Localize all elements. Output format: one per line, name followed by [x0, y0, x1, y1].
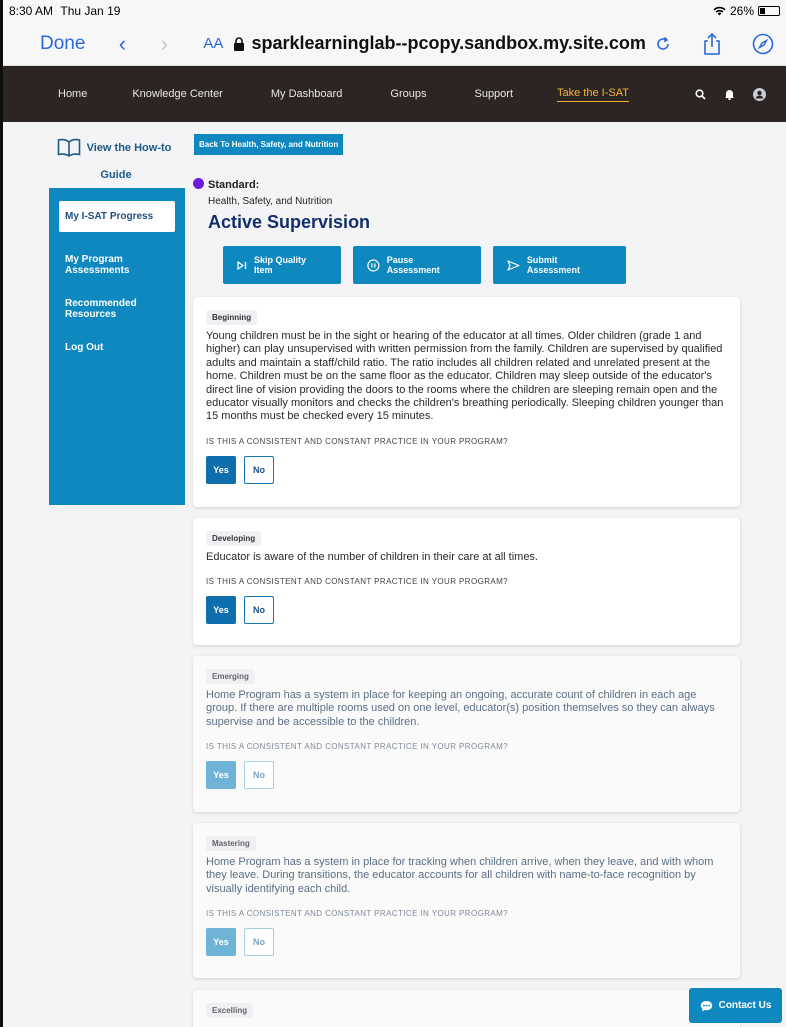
nav-knowledge-center[interactable]: Knowledge Center	[132, 88, 223, 100]
submit-label: Submit Assessment	[526, 255, 580, 275]
level-description: Educator is aware of the number of child…	[206, 551, 538, 563]
nav-groups[interactable]: Groups	[390, 88, 426, 100]
no-button[interactable]: No	[244, 928, 274, 957]
pause-label: Pause Assessment	[386, 255, 440, 275]
practice-question: IS THIS A CONSISTENT AND CONSTANT PRACTI…	[206, 436, 509, 446]
no-button[interactable]: No	[244, 455, 274, 484]
yes-button[interactable]: Yes	[206, 596, 236, 625]
practice-question: IS THIS A CONSISTENT AND CONSTANT PRACTI…	[206, 577, 509, 587]
safari-toolbar: Done ‹ › AA sparklearninglab--pcopy.sand…	[3, 22, 786, 66]
share-icon[interactable]	[702, 32, 722, 56]
no-button[interactable]: No	[244, 596, 274, 625]
assessment-actions: Skip Quality Item Pause Assessment Submi…	[223, 246, 626, 284]
level-tag: Emerging	[206, 669, 255, 684]
url-text: sparklearninglab--pcopy.sandbox.my.site.…	[251, 33, 646, 53]
status-time-text: 8:30 AM	[9, 4, 54, 18]
nav-my-dashboard[interactable]: My Dashboard	[271, 88, 343, 100]
level-description: Home Program has a system in place for k…	[206, 689, 715, 728]
level-card-excelling: Excelling	[193, 990, 740, 1027]
standard-label: Standard:	[208, 179, 260, 191]
skip-quality-item-button[interactable]: Skip Quality Item	[223, 246, 341, 284]
standard-status-dot	[193, 178, 204, 189]
answer-group: Yes No	[206, 928, 727, 957]
back-arrow-icon[interactable]: ‹	[101, 31, 143, 57]
status-date-text: Thu Jan 19	[60, 4, 121, 18]
site-nav: Home Knowledge Center My Dashboard Group…	[3, 66, 786, 122]
yes-button[interactable]: Yes	[206, 761, 236, 790]
battery-icon	[758, 6, 780, 16]
yes-button[interactable]: Yes	[206, 928, 236, 957]
nav-support[interactable]: Support	[474, 88, 513, 100]
done-button[interactable]: Done	[40, 33, 85, 55]
how-to-guide-link[interactable]: View the How-to Guide	[49, 138, 179, 181]
level-tag: Developing	[206, 531, 262, 546]
skip-icon	[237, 260, 247, 270]
level-card-emerging: Emerging Home Program has a system in pl…	[193, 656, 740, 812]
how-to-row: View the How-to	[57, 138, 172, 157]
compass-icon[interactable]	[752, 33, 774, 55]
safari-actions	[654, 32, 774, 56]
yes-button[interactable]: Yes	[206, 455, 236, 484]
chat-bubble-icon	[700, 1000, 712, 1011]
standard-category: Health, Safety, and Nutrition	[208, 196, 333, 207]
level-tag: Excelling	[206, 1003, 254, 1018]
level-card-developing: Developing Educator is aware of the numb…	[193, 518, 740, 645]
answer-group: Yes No	[206, 761, 727, 790]
practice-question: IS THIS A CONSISTENT AND CONSTANT PRACTI…	[206, 909, 509, 919]
answer-group: Yes No	[206, 596, 727, 625]
send-icon	[507, 259, 520, 271]
skip-label: Skip Quality Item	[254, 255, 307, 275]
level-tag: Beginning	[206, 310, 258, 325]
level-description: Home Program has a system in place for t…	[206, 856, 714, 895]
how-to-label-line1: View the How-to	[86, 141, 172, 154]
sidebar-item-my-program-assessments[interactable]: My Program Assessments	[49, 254, 149, 276]
address-bar[interactable]: sparklearninglab--pcopy.sandbox.my.site.…	[233, 33, 646, 54]
level-card-beginning: Beginning Young children must be in the …	[193, 297, 740, 507]
sidebar: My I-SAT Progress My Program Assessments…	[49, 188, 185, 505]
submit-assessment-button[interactable]: Submit Assessment	[493, 246, 626, 284]
contact-us-label: Contact Us	[718, 1000, 772, 1011]
back-to-category-button[interactable]: Back To Health, Safety, and Nutrition	[194, 134, 344, 155]
practice-question: IS THIS A CONSISTENT AND CONSTANT PRACTI…	[206, 742, 509, 752]
reader-settings-button[interactable]: AA	[203, 35, 223, 52]
level-card-mastering: Mastering Home Program has a system in p…	[193, 823, 740, 978]
app-frame: 8:30 AM Thu Jan 19 26% Done ‹ › AA spark…	[0, 0, 786, 1027]
level-description: Young children must be in the sight or h…	[206, 330, 724, 423]
bell-icon[interactable]	[724, 88, 735, 100]
search-icon[interactable]	[695, 88, 706, 100]
nav-icons	[695, 87, 766, 101]
open-book-icon	[57, 138, 80, 157]
no-button[interactable]: No	[244, 761, 274, 790]
nav-home[interactable]: Home	[58, 88, 87, 100]
status-bar: 8:30 AM Thu Jan 19 26%	[3, 0, 786, 22]
page-title: Active Supervision	[208, 212, 371, 232]
pause-icon	[367, 258, 380, 272]
status-right: 26%	[713, 4, 780, 18]
reload-icon[interactable]	[654, 35, 672, 53]
forward-arrow-icon[interactable]: ›	[143, 31, 185, 57]
lock-icon	[234, 36, 245, 51]
pause-assessment-button[interactable]: Pause Assessment	[353, 246, 481, 284]
answer-group: Yes No	[206, 455, 727, 484]
battery-percent: 26%	[729, 4, 754, 18]
sidebar-item-log-out[interactable]: Log Out	[49, 342, 185, 353]
sidebar-item-recommended-resources[interactable]: Recommended Resources	[49, 298, 149, 320]
status-time: 8:30 AM Thu Jan 19	[9, 4, 120, 18]
nav-take-isat[interactable]: Take the I-SAT	[557, 87, 629, 102]
how-to-label-line2: Guide	[100, 169, 132, 181]
wifi-icon	[713, 6, 726, 16]
contact-us-button[interactable]: Contact Us	[689, 988, 782, 1023]
level-tag: Mastering	[206, 836, 256, 851]
user-avatar-icon[interactable]	[753, 87, 766, 101]
sidebar-item-my-isat-progress[interactable]: My I-SAT Progress	[59, 201, 175, 232]
